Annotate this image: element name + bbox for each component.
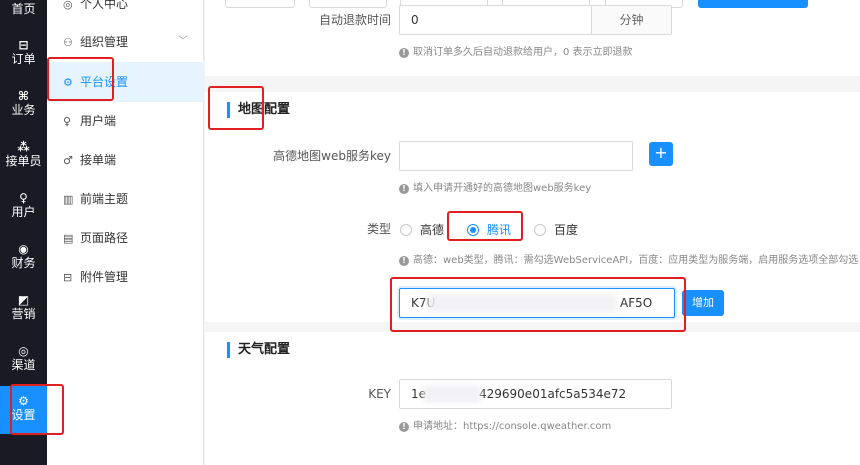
refund-label: 自动退款时间	[318, 13, 391, 27]
rail-item-business[interactable]: ⌘ 业务	[0, 89, 47, 117]
submenu-item-label: 组织管理	[80, 35, 129, 49]
rail-item-label: 财务	[11, 256, 36, 270]
add-amap-key-button[interactable]: +	[649, 142, 673, 166]
submenu-item-attachment[interactable]: ⊟ 附件管理	[47, 257, 204, 297]
rail-item-label: 营销	[11, 307, 36, 321]
rail-item-label: 订单	[11, 52, 36, 66]
map-key-value-end: AF5O	[620, 296, 653, 310]
section-divider	[205, 322, 860, 332]
map-type-hint: ! 高德：web类型，腾讯：需勾选WebServiceAPI，百度：应用类型为服务…	[399, 251, 860, 266]
finance-icon: ◉	[18, 242, 29, 256]
section-divider	[205, 76, 860, 92]
submenu-item-platform[interactable]: ⚙ 平台设置	[47, 62, 204, 102]
marketing-icon: ◩	[17, 293, 30, 307]
radio-dot	[400, 224, 412, 236]
radio-baidu[interactable]: 百度	[534, 222, 578, 238]
map-type-hint-text: 高德：web类型，腾讯：需勾选WebServiceAPI，百度：应用类型为服务端…	[413, 255, 860, 266]
radio-label: 百度	[554, 223, 579, 237]
worker-icon: ⁂	[17, 140, 30, 154]
theme-icon: ▥	[63, 193, 74, 206]
user-icon: ♀	[19, 191, 28, 205]
page-path-icon: ▤	[63, 232, 74, 245]
weather-section-title: 天气配置	[227, 342, 290, 358]
rail-item-worker[interactable]: ⁂ 接单员	[0, 140, 47, 168]
settings-icon: ⚙	[18, 394, 29, 408]
submenu-item-worker-client[interactable]: ♂ 接单端	[47, 140, 204, 180]
redacted-region	[423, 385, 481, 403]
order-icon: ⊟	[18, 38, 29, 52]
radio-label: 高德	[420, 223, 445, 237]
submenu-item-label: 页面路径	[80, 231, 129, 245]
radio-dot	[467, 224, 479, 236]
refund-time-input[interactable]: 0 分钟	[399, 5, 672, 35]
rail-item-label: 设置	[11, 408, 36, 422]
rail-item-settings[interactable]: ⚙ 设置	[0, 386, 47, 434]
weather-key-value-end: 429690e01afc5a534e72	[479, 387, 627, 401]
radio-tencent[interactable]: 腾讯	[467, 222, 511, 238]
business-icon: ⌘	[17, 89, 30, 103]
submenu-item-org[interactable]: ⚇ 组织管理 ﹀	[47, 22, 204, 62]
submenu-item-theme[interactable]: ▥ 前端主题	[47, 179, 204, 219]
amap-key-label: 高德地图web服务key	[273, 149, 391, 163]
info-icon: !	[399, 422, 409, 432]
submenu-item-label: 个人中心	[80, 0, 129, 11]
amap-key-hint-text: 填入申请开通好的高德地图web服务key	[413, 183, 592, 194]
rail-item-channel[interactable]: ◎ 渠道	[0, 344, 47, 372]
rail-item-home[interactable]: 首页	[0, 2, 47, 16]
weather-key-hint: ! 申请地址：https://console.qweather.com	[399, 417, 611, 432]
rail-item-label: 渠道	[11, 358, 36, 372]
submenu-item-page-path[interactable]: ▤ 页面路径	[47, 218, 204, 258]
settings-form: 自动退款时间 0 分钟 ! 取消订单多久后自动退款给用户，0 表示立即退款 地图配…	[205, 0, 860, 465]
map-type-label: 类型	[366, 222, 391, 236]
settings-submenu: ◎ 个人中心 ⚇ 组织管理 ﹀ ⚙ 平台设置 ♀ 用户端 ♂ 接单端 ▥ 前端主题 ▤ 页面路…	[47, 0, 204, 465]
refund-unit-addon: 分钟	[591, 6, 671, 34]
rail-item-label: 用户	[11, 205, 36, 219]
rail-item-finance[interactable]: ◉ 财务	[0, 242, 47, 270]
rail-item-marketing[interactable]: ◩ 营销	[0, 293, 47, 321]
channel-icon: ◎	[18, 344, 29, 358]
rail-item-user[interactable]: ♀ 用户	[0, 191, 47, 219]
info-icon: !	[399, 256, 409, 266]
radio-dot	[534, 224, 546, 236]
org-icon: ⚇	[63, 36, 73, 49]
amap-key-input[interactable]	[399, 141, 633, 171]
rail-item-label: 接单员	[5, 154, 42, 168]
user-client-icon: ♀	[63, 115, 72, 128]
worker-client-icon: ♂	[63, 154, 73, 167]
weather-key-hint-text: 申请地址：https://console.qweather.com	[413, 421, 612, 432]
rail-item-order[interactable]: ⊟ 订单	[0, 38, 47, 66]
attachment-icon: ⊟	[63, 271, 73, 284]
refund-hint: ! 取消订单多久后自动退款给用户，0 表示立即退款	[399, 43, 633, 58]
chevron-down-icon: ﹀	[178, 36, 188, 47]
refund-hint-text: 取消订单多久后自动退款给用户，0 表示立即退款	[413, 47, 633, 58]
amap-key-hint: ! 填入申请开通好的高德地图web服务key	[399, 179, 591, 194]
radio-amap[interactable]: 高德	[400, 222, 444, 238]
add-map-key-button[interactable]: 增加	[682, 290, 724, 316]
submenu-item-label: 附件管理	[80, 270, 129, 284]
submenu-item-label: 用户端	[80, 114, 117, 128]
submenu-item-personal[interactable]: ◎ 个人中心	[47, 0, 204, 24]
toolbar-primary-button[interactable]	[698, 0, 808, 8]
rail-item-label: 业务	[11, 103, 36, 117]
info-icon: !	[399, 48, 409, 58]
map-section-title: 地图配置	[227, 102, 290, 118]
refund-time-value: 0	[411, 13, 419, 27]
submenu-item-label: 前端主题	[80, 192, 129, 206]
submenu-item-label: 接单端	[80, 153, 117, 167]
weather-key-label: KEY	[368, 387, 391, 401]
main-nav-rail: 首页 ⊟ 订单 ⌘ 业务 ⁂ 接单员 ♀ 用户 ◉ 财务 ◩ 营销 ◎ 渠道 ⚙…	[0, 0, 47, 465]
submenu-item-user-client[interactable]: ♀ 用户端	[47, 101, 204, 141]
radio-label: 腾讯	[487, 223, 512, 237]
submenu-item-label: 平台设置	[80, 75, 129, 89]
platform-settings-icon: ⚙	[63, 76, 73, 89]
redacted-region	[427, 294, 617, 312]
info-icon: !	[399, 184, 409, 194]
rail-item-label: 首页	[11, 2, 36, 16]
